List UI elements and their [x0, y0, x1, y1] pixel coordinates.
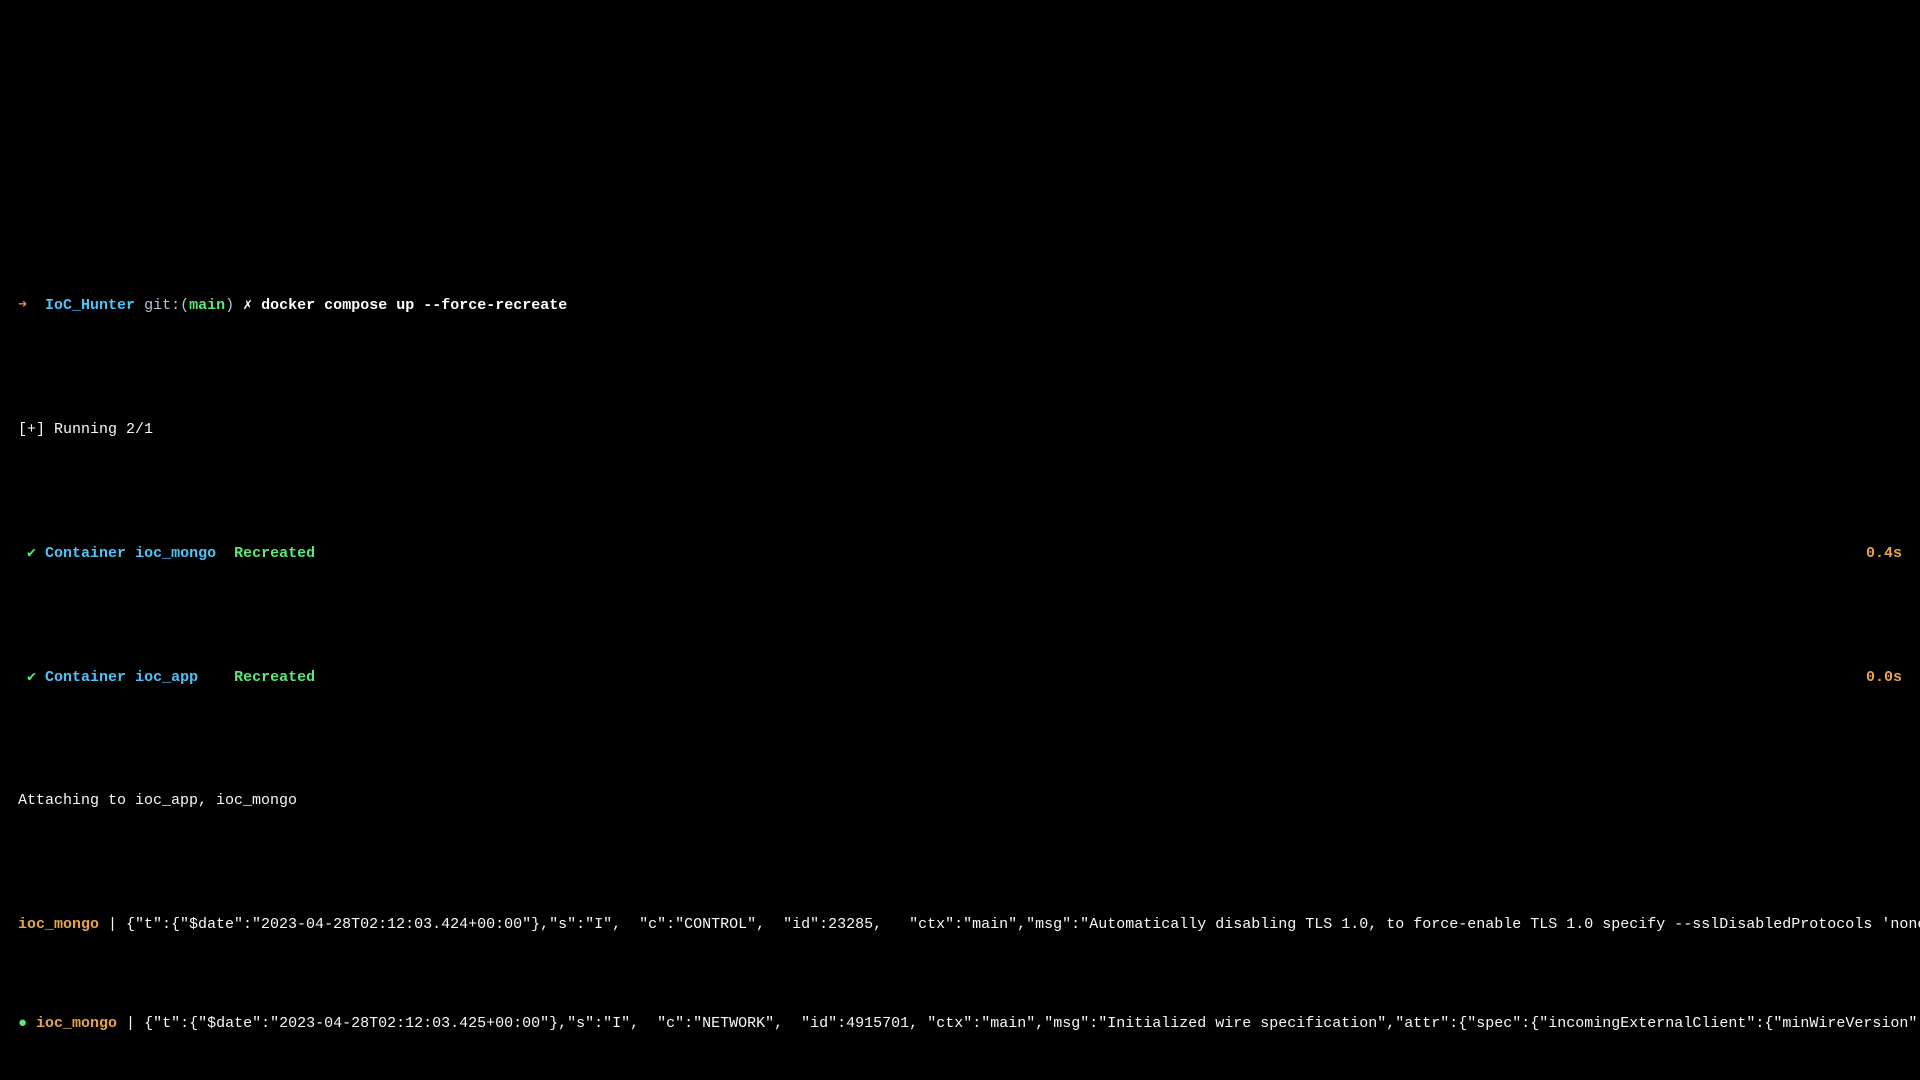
container-mongo-name: Container ioc_mongo — [36, 545, 234, 562]
container-mongo-timing: 0.4s — [1846, 542, 1902, 567]
log-sep-1: | — [117, 1015, 144, 1032]
container-app-status: Recreated — [234, 669, 315, 686]
prompt-dir: IoC_Hunter — [45, 297, 135, 314]
terminal-window: ➜ IoC_Hunter git:(main) ✗ docker compose… — [0, 0, 1920, 1080]
check-mongo: ✔ — [18, 545, 36, 562]
container-mongo-line: ✔ Container ioc_mongo Recreated 0.4s — [18, 542, 1902, 567]
prompt-paren-open: ( — [180, 297, 189, 314]
log-content-0: {"t":{"$date":"2023-04-28T02:12:03.424+0… — [126, 916, 1920, 933]
prompt-arrow: ➜ — [18, 297, 27, 314]
container-app-name: Container ioc_app — [36, 669, 234, 686]
log-prefix-0: ioc_mongo — [18, 916, 99, 933]
running-line: [+] Running 2/1 — [18, 418, 1902, 443]
container-app-line: ✔ Container ioc_app Recreated 0.0s — [18, 666, 1902, 691]
prompt-command: ✗ docker compose up --force-recreate — [234, 297, 567, 314]
container-mongo-status: Recreated — [234, 545, 315, 562]
prompt-line: ➜ IoC_Hunter git:(main) ✗ docker compose… — [18, 294, 1902, 319]
log-dot-1: ● — [18, 1015, 27, 1032]
container-app-timing: 0.0s — [1846, 666, 1902, 691]
log-content-1: {"t":{"$date":"2023-04-28T02:12:03.425+0… — [144, 1015, 1920, 1032]
log-line-1: ● ioc_mongo | {"t":{"$date":"2023-04-28T… — [18, 1012, 1902, 1037]
check-app: ✔ — [18, 669, 36, 686]
log-prefix-1: ioc_mongo — [36, 1015, 117, 1032]
prompt-git-label: git: — [144, 297, 180, 314]
prompt-branch: main — [189, 297, 225, 314]
log-line-0: ioc_mongo | {"t":{"$date":"2023-04-28T02… — [18, 913, 1902, 938]
attaching-text: Attaching to ioc_app, ioc_mongo — [18, 792, 297, 809]
prompt-paren-close: ) — [225, 297, 234, 314]
attaching-line: Attaching to ioc_app, ioc_mongo — [18, 789, 1902, 814]
log-sep-0: | — [99, 916, 126, 933]
running-text: [+] Running 2/1 — [18, 421, 153, 438]
